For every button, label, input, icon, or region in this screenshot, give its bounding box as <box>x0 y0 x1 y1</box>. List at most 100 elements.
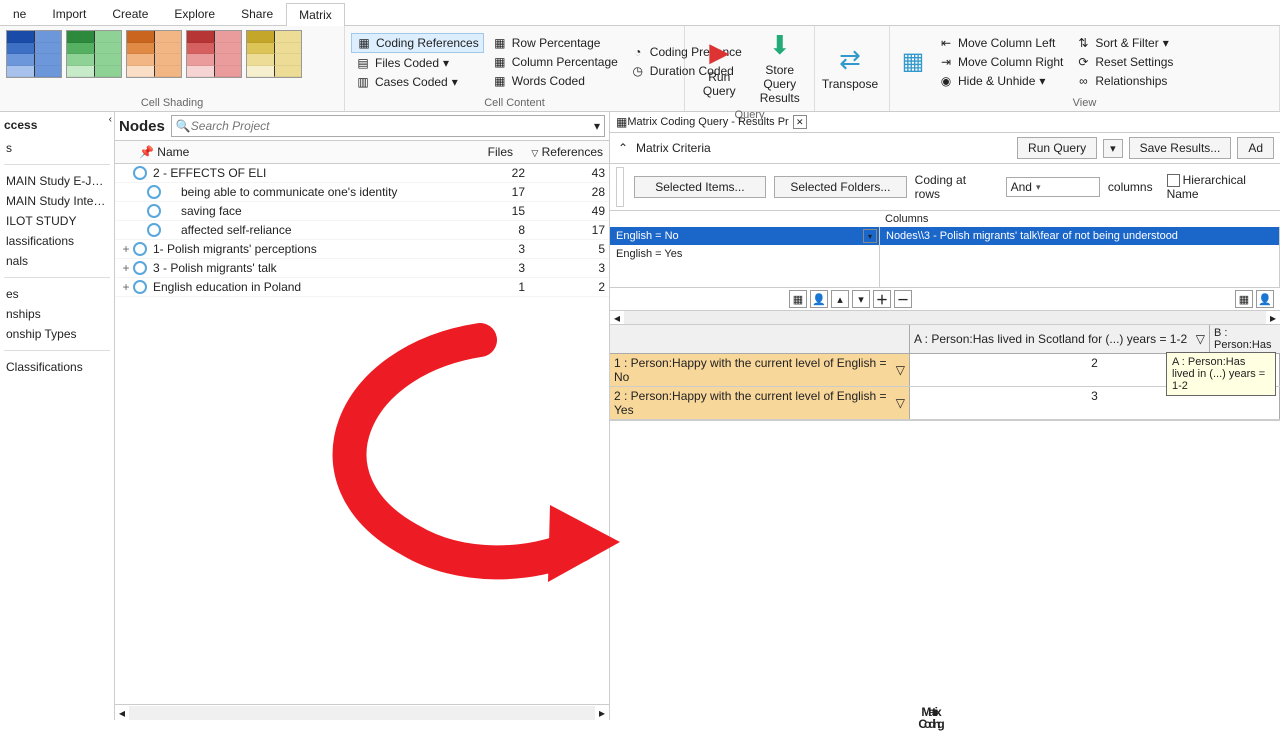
node-row[interactable]: +3 - Polish migrants' talk33 <box>115 259 609 278</box>
row-item[interactable]: English = Yes <box>610 245 879 263</box>
col-item-selected[interactable]: Nodes\\3 - Polish migrants' talk\fear of… <box>880 227 1279 245</box>
close-tab-icon[interactable]: ✕ <box>793 115 807 129</box>
expand-icon[interactable]: + <box>119 261 133 275</box>
selected-items-button[interactable]: Selected Items... <box>634 176 767 198</box>
files-coded-button[interactable]: ▤Files Coded ▾ <box>351 54 484 72</box>
expand-icon[interactable]: + <box>119 242 133 256</box>
matrix-row-2-header[interactable]: 2 : Person:Happy with the current level … <box>610 387 910 419</box>
rows-add-icon[interactable]: ＋ <box>873 290 891 308</box>
clock-icon: ◷ <box>630 64 646 78</box>
move-col-left-button[interactable]: ⇤Move Column Left <box>934 34 1067 52</box>
node-name: affected self-reliance <box>167 223 475 237</box>
rows-tool-icon[interactable]: ▦ <box>789 290 807 308</box>
hierarchical-checkbox[interactable] <box>1167 174 1180 187</box>
tab-home[interactable]: ne <box>0 2 39 25</box>
col-refs-header[interactable]: ▽ References <box>519 141 609 163</box>
splitter[interactable] <box>616 167 624 207</box>
node-row[interactable]: +English education in Poland12 <box>115 278 609 297</box>
matrix-row-1-header[interactable]: 1 : Person:Happy with the current level … <box>610 354 910 386</box>
rows-user-icon[interactable]: 👤 <box>810 290 828 308</box>
expand-icon[interactable] <box>119 166 133 180</box>
col-files-header[interactable]: Files <box>469 141 519 163</box>
node-row[interactable]: affected self-reliance817 <box>115 221 609 240</box>
nav-item[interactable]: s <box>4 138 110 158</box>
view-grid-icon: ▦ <box>902 47 925 76</box>
search-dropdown-icon[interactable]: ▾ <box>594 119 600 133</box>
matrix-col-a-header[interactable]: A : Person:Has lived in Scotland for (..… <box>910 325 1210 353</box>
selected-folders-button[interactable]: Selected Folders... <box>774 176 907 198</box>
expand-icon[interactable] <box>119 185 133 199</box>
collapse-nav-icon[interactable]: ‹ <box>109 114 112 125</box>
nav-item[interactable]: onship Types <box>4 324 110 344</box>
relationships-button[interactable]: ∞Relationships <box>1071 72 1177 90</box>
filter-icon[interactable]: ▽ <box>896 363 905 377</box>
run-query-button-2[interactable]: Run Query <box>1017 137 1097 159</box>
columns-listbox[interactable]: Nodes\\3 - Polish migrants' talk\fear of… <box>880 227 1280 287</box>
tab-explore[interactable]: Explore <box>161 2 228 25</box>
node-name: being able to communicate one's identity <box>167 185 475 199</box>
rows-listbox[interactable]: English = No English = Yes ▾ <box>610 227 880 287</box>
nav-item[interactable]: MAIN Study E-Journals <box>4 171 110 191</box>
nav-item[interactable]: nals <box>4 251 110 271</box>
presence-icon: ◔ <box>630 45 646 59</box>
criteria-label: Matrix Criteria <box>636 141 711 155</box>
transpose-button[interactable]: ⇄Transpose <box>821 42 879 93</box>
sort-filter-button[interactable]: ⇅Sort & Filter ▾ <box>1071 34 1177 52</box>
cols-user-icon[interactable]: 👤 <box>1256 290 1274 308</box>
cell-content-label: Cell Content <box>351 95 678 109</box>
expand-icon[interactable]: + <box>119 280 133 294</box>
node-name: saving face <box>167 204 475 218</box>
nav-panel: ‹ ccess s MAIN Study E-Journals MAIN Stu… <box>0 112 115 720</box>
save-results-button[interactable]: Save Results... <box>1129 137 1232 159</box>
store-results-button[interactable]: ⬇Store Query Results <box>752 28 809 107</box>
col-pct-button[interactable]: ▦Column Percentage <box>488 53 622 71</box>
nav-item[interactable]: MAIN Study Interview1 <box>4 191 110 211</box>
cell-shading-gallery[interactable] <box>6 28 338 78</box>
result-tab-title[interactable]: Matrix Coding Query - Results Pr <box>627 116 788 128</box>
nav-item[interactable]: nships <box>4 304 110 324</box>
col-name-header[interactable]: Name <box>157 145 189 159</box>
eye-icon: ◉ <box>938 74 954 88</box>
nav-item[interactable]: lassifications <box>4 231 110 251</box>
node-row[interactable]: saving face1549 <box>115 202 609 221</box>
rows-dropdown-icon[interactable]: ▾ <box>863 229 877 243</box>
collapse-criteria-icon[interactable]: ⌃ <box>616 141 630 155</box>
filter-icon[interactable]: ▽ <box>896 396 905 410</box>
expand-icon[interactable] <box>119 204 133 218</box>
matrix-col-b-header[interactable]: B : Person:Has <box>1210 325 1280 353</box>
nav-item[interactable]: ILOT STUDY <box>4 211 110 231</box>
search-input[interactable] <box>191 119 594 133</box>
run-query-button[interactable]: ▶Run Query <box>691 35 748 100</box>
node-row[interactable]: +1- Polish migrants' perceptions35 <box>115 240 609 259</box>
view-group-label: View <box>896 95 1273 109</box>
tab-share[interactable]: Share <box>228 2 286 25</box>
move-col-right-button[interactable]: ⇥Move Column Right <box>934 53 1067 71</box>
tab-matrix[interactable]: Matrix <box>286 3 345 26</box>
node-row[interactable]: 2 - EFFECTS OF ELI2243 <box>115 164 609 183</box>
expand-icon[interactable] <box>119 223 133 237</box>
node-row[interactable]: being able to communicate one's identity… <box>115 183 609 202</box>
h-scrollbar[interactable]: ◂▸ <box>115 704 609 720</box>
row-item-selected[interactable]: English = No <box>610 227 879 245</box>
h-scrollbar-2[interactable]: ◂▸ <box>610 311 1280 325</box>
cols-tool-icon[interactable]: ▦ <box>1235 290 1253 308</box>
operator-select[interactable]: And <box>1006 177 1100 197</box>
rows-remove-icon[interactable]: － <box>894 290 912 308</box>
filter-icon[interactable]: ▽ <box>1196 332 1205 346</box>
row-pct-button[interactable]: ▦Row Percentage <box>488 34 622 52</box>
hide-unhide-button[interactable]: ◉Hide & Unhide ▾ <box>934 72 1067 90</box>
reset-settings-button[interactable]: ⟳Reset Settings <box>1071 53 1177 71</box>
rows-up-icon[interactable]: ▴ <box>831 290 849 308</box>
run-query-dropdown[interactable]: ▾ <box>1103 139 1123 158</box>
ribbon-tabs: ne Import Create Explore Share Matrix <box>0 0 1280 26</box>
add-criteria-button[interactable]: Ad <box>1237 137 1274 159</box>
nav-item[interactable]: Classifications <box>4 357 110 377</box>
tab-create[interactable]: Create <box>99 2 161 25</box>
coding-references-button[interactable]: ▦Coding References <box>351 33 484 53</box>
rows-down-icon[interactable]: ▾ <box>852 290 870 308</box>
words-coded-button[interactable]: ▦Words Coded <box>488 72 622 90</box>
cases-coded-button[interactable]: ▥Cases Coded ▾ <box>351 73 484 91</box>
search-box[interactable]: 🔍 ▾ <box>171 115 605 137</box>
tab-import[interactable]: Import <box>39 2 99 25</box>
nav-item[interactable]: es <box>4 284 110 304</box>
